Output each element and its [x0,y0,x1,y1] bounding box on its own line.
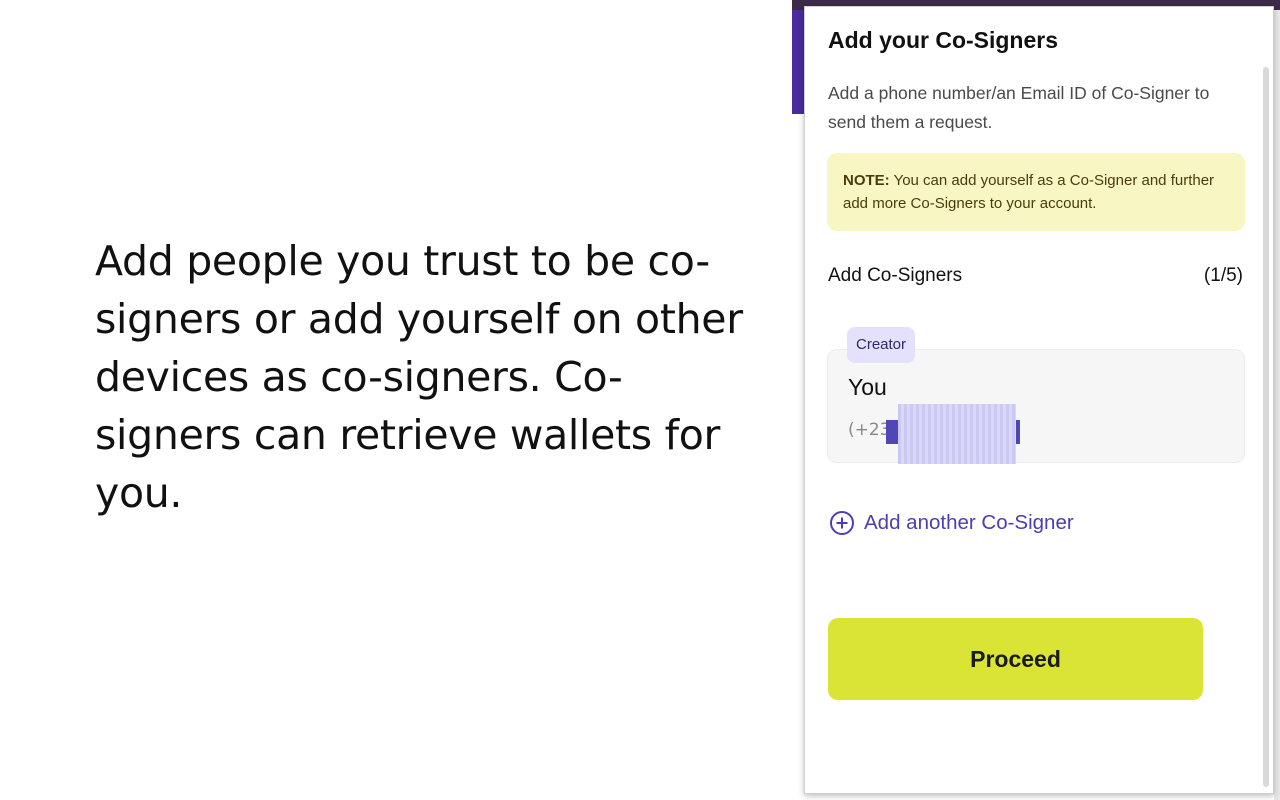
dialog-description: Add a phone number/an Email ID of Co-Sig… [828,83,1210,132]
creator-badge: Creator [847,327,916,363]
cosigners-count: (1/5) [1203,265,1243,286]
background-edge [1274,10,1280,800]
scrollbar[interactable] [1263,67,1269,787]
text-selection-highlight [1016,420,1020,444]
note-text: You can add yourself as a Co-Signer and … [843,172,1215,212]
cosigner-name: You [848,374,887,400]
note-prefix: NOTE: [843,172,890,189]
add-another-cosigner-label: Add another Co-Signer [864,511,1074,534]
note-banner: NOTE: You can add yourself as a Co-Signe… [827,153,1245,231]
cosigner-card: You (+234 [827,349,1245,464]
cosigners-section-label: Add Co-Signers [828,265,963,286]
proceed-button[interactable]: Proceed [828,618,1203,700]
redacted-phone-number [898,404,1016,464]
text-selection-highlight [886,420,898,444]
plus-circle-icon [830,511,854,535]
cosigners-dialog: Add your Co-Signers Add a phone number/a… [804,6,1274,794]
add-another-cosigner-button[interactable]: Add another Co-Signer [829,510,1074,536]
dialog-title: Add your Co-Signers [828,27,1059,53]
slide-caption: Add people you trust to be co-signers or… [95,237,743,517]
